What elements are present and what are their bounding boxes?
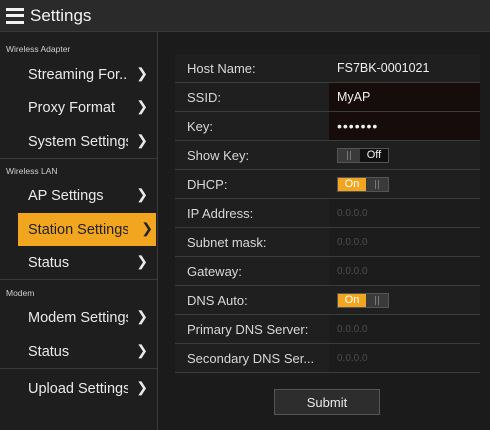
sidebar-item-streaming-format[interactable]: Streaming For... ❯ [0, 58, 157, 91]
gateway-row: Gateway: 0.0.0.0 [175, 257, 480, 286]
submit-button[interactable]: Submit [274, 389, 380, 415]
sidebar-item-label: Upload Settings [28, 380, 128, 397]
ip-address-input[interactable]: 0.0.0.0 [329, 199, 480, 227]
toggle-state: On [338, 177, 366, 191]
key-row: Key: ••••••• [175, 112, 480, 141]
sidebar-item-label: System Settings [28, 133, 128, 150]
show-key-label: Show Key: [187, 147, 250, 163]
key-input[interactable]: ••••••• [329, 112, 480, 140]
sidebar-item-upload-settings[interactable]: Upload Settings ❯ [0, 372, 157, 405]
toggle-knob [366, 293, 388, 307]
section-header-wireless-lan: Wireless LAN [6, 166, 58, 176]
sidebar-item-label: Streaming For... [28, 66, 128, 83]
menu-icon[interactable] [6, 7, 24, 24]
chevron-right-icon: ❯ [136, 98, 148, 114]
dns-auto-toggle[interactable]: On [337, 292, 389, 308]
ssid-input[interactable]: MyAP [329, 83, 480, 111]
gateway-label: Gateway: [187, 263, 242, 279]
section-divider [0, 368, 157, 369]
subnet-mask-row: Subnet mask: 0.0.0.0 [175, 228, 480, 257]
main-content: Host Name: FS7BK-0001021 SSID: MyAP Key:… [158, 32, 490, 430]
sidebar-item-label: Station Settings [28, 221, 128, 238]
section-divider [0, 158, 157, 159]
ip-address-label: IP Address: [187, 205, 254, 221]
key-label: Key: [187, 118, 214, 134]
section-divider [0, 279, 157, 280]
sidebar-item-ap-settings[interactable]: AP Settings ❯ [0, 179, 157, 212]
dhcp-label: DHCP: [187, 176, 228, 192]
sidebar-item-proxy-format[interactable]: Proxy Format ❯ [0, 91, 157, 124]
sidebar-item-label: Status [28, 254, 70, 271]
chevron-right-icon: ❯ [141, 220, 153, 236]
section-header-wireless-adapter: Wireless Adapter [6, 44, 71, 54]
host-name-row: Host Name: FS7BK-0001021 [175, 54, 480, 83]
chevron-right-icon: ❯ [136, 186, 148, 202]
sidebar-item-station-settings[interactable]: Station Settings ❯ [18, 213, 156, 246]
secondary-dns-row: Secondary DNS Ser... 0.0.0.0 [175, 344, 480, 373]
secondary-dns-label: Secondary DNS Ser... [187, 350, 315, 366]
sidebar-item-label: AP Settings [28, 187, 104, 204]
toggle-knob [338, 148, 360, 162]
dns-auto-label: DNS Auto: [187, 292, 248, 308]
gateway-input[interactable]: 0.0.0.0 [329, 257, 480, 285]
dns-auto-row: DNS Auto: On [175, 286, 480, 315]
chevron-right-icon: ❯ [136, 65, 148, 81]
dhcp-toggle[interactable]: On [337, 176, 389, 192]
section-header-modem: Modem [6, 288, 35, 298]
station-settings-form: Host Name: FS7BK-0001021 SSID: MyAP Key:… [175, 54, 480, 373]
toggle-knob [366, 177, 388, 191]
show-key-row: Show Key: Off [175, 141, 480, 170]
show-key-toggle[interactable]: Off [337, 147, 389, 163]
chevron-right-icon: ❯ [136, 342, 148, 358]
ssid-label: SSID: [187, 89, 221, 105]
chevron-right-icon: ❯ [136, 132, 148, 148]
primary-dns-row: Primary DNS Server: 0.0.0.0 [175, 315, 480, 344]
host-name-value: FS7BK-0001021 [337, 61, 430, 75]
page-title: Settings [30, 5, 92, 25]
primary-dns-label: Primary DNS Server: [187, 321, 309, 337]
chevron-right-icon: ❯ [136, 308, 148, 324]
subnet-mask-label: Subnet mask: [187, 234, 267, 250]
secondary-dns-input[interactable]: 0.0.0.0 [329, 344, 480, 372]
primary-dns-input[interactable]: 0.0.0.0 [329, 315, 480, 343]
dhcp-row: DHCP: On [175, 170, 480, 199]
sidebar-item-label: Status [28, 343, 70, 360]
ssid-row: SSID: MyAP [175, 83, 480, 112]
sidebar-item-system-settings[interactable]: System Settings ❯ [0, 125, 157, 158]
sidebar-item-label: Proxy Format [28, 99, 116, 116]
toggle-state: On [338, 293, 366, 307]
subnet-mask-input[interactable]: 0.0.0.0 [329, 228, 480, 256]
toggle-state: Off [360, 148, 388, 162]
host-name-label: Host Name: [187, 60, 256, 76]
title-bar: Settings [0, 0, 490, 32]
sidebar: Wireless Adapter Streaming For... ❯ Prox… [0, 32, 158, 430]
chevron-right-icon: ❯ [136, 253, 148, 269]
sidebar-item-wlan-status[interactable]: Status ❯ [0, 246, 157, 279]
sidebar-item-modem-status[interactable]: Status ❯ [0, 335, 157, 368]
ip-address-row: IP Address: 0.0.0.0 [175, 199, 480, 228]
chevron-right-icon: ❯ [136, 379, 148, 395]
sidebar-item-label: Modem Settings [28, 309, 128, 326]
sidebar-item-modem-settings[interactable]: Modem Settings ❯ [0, 301, 157, 334]
